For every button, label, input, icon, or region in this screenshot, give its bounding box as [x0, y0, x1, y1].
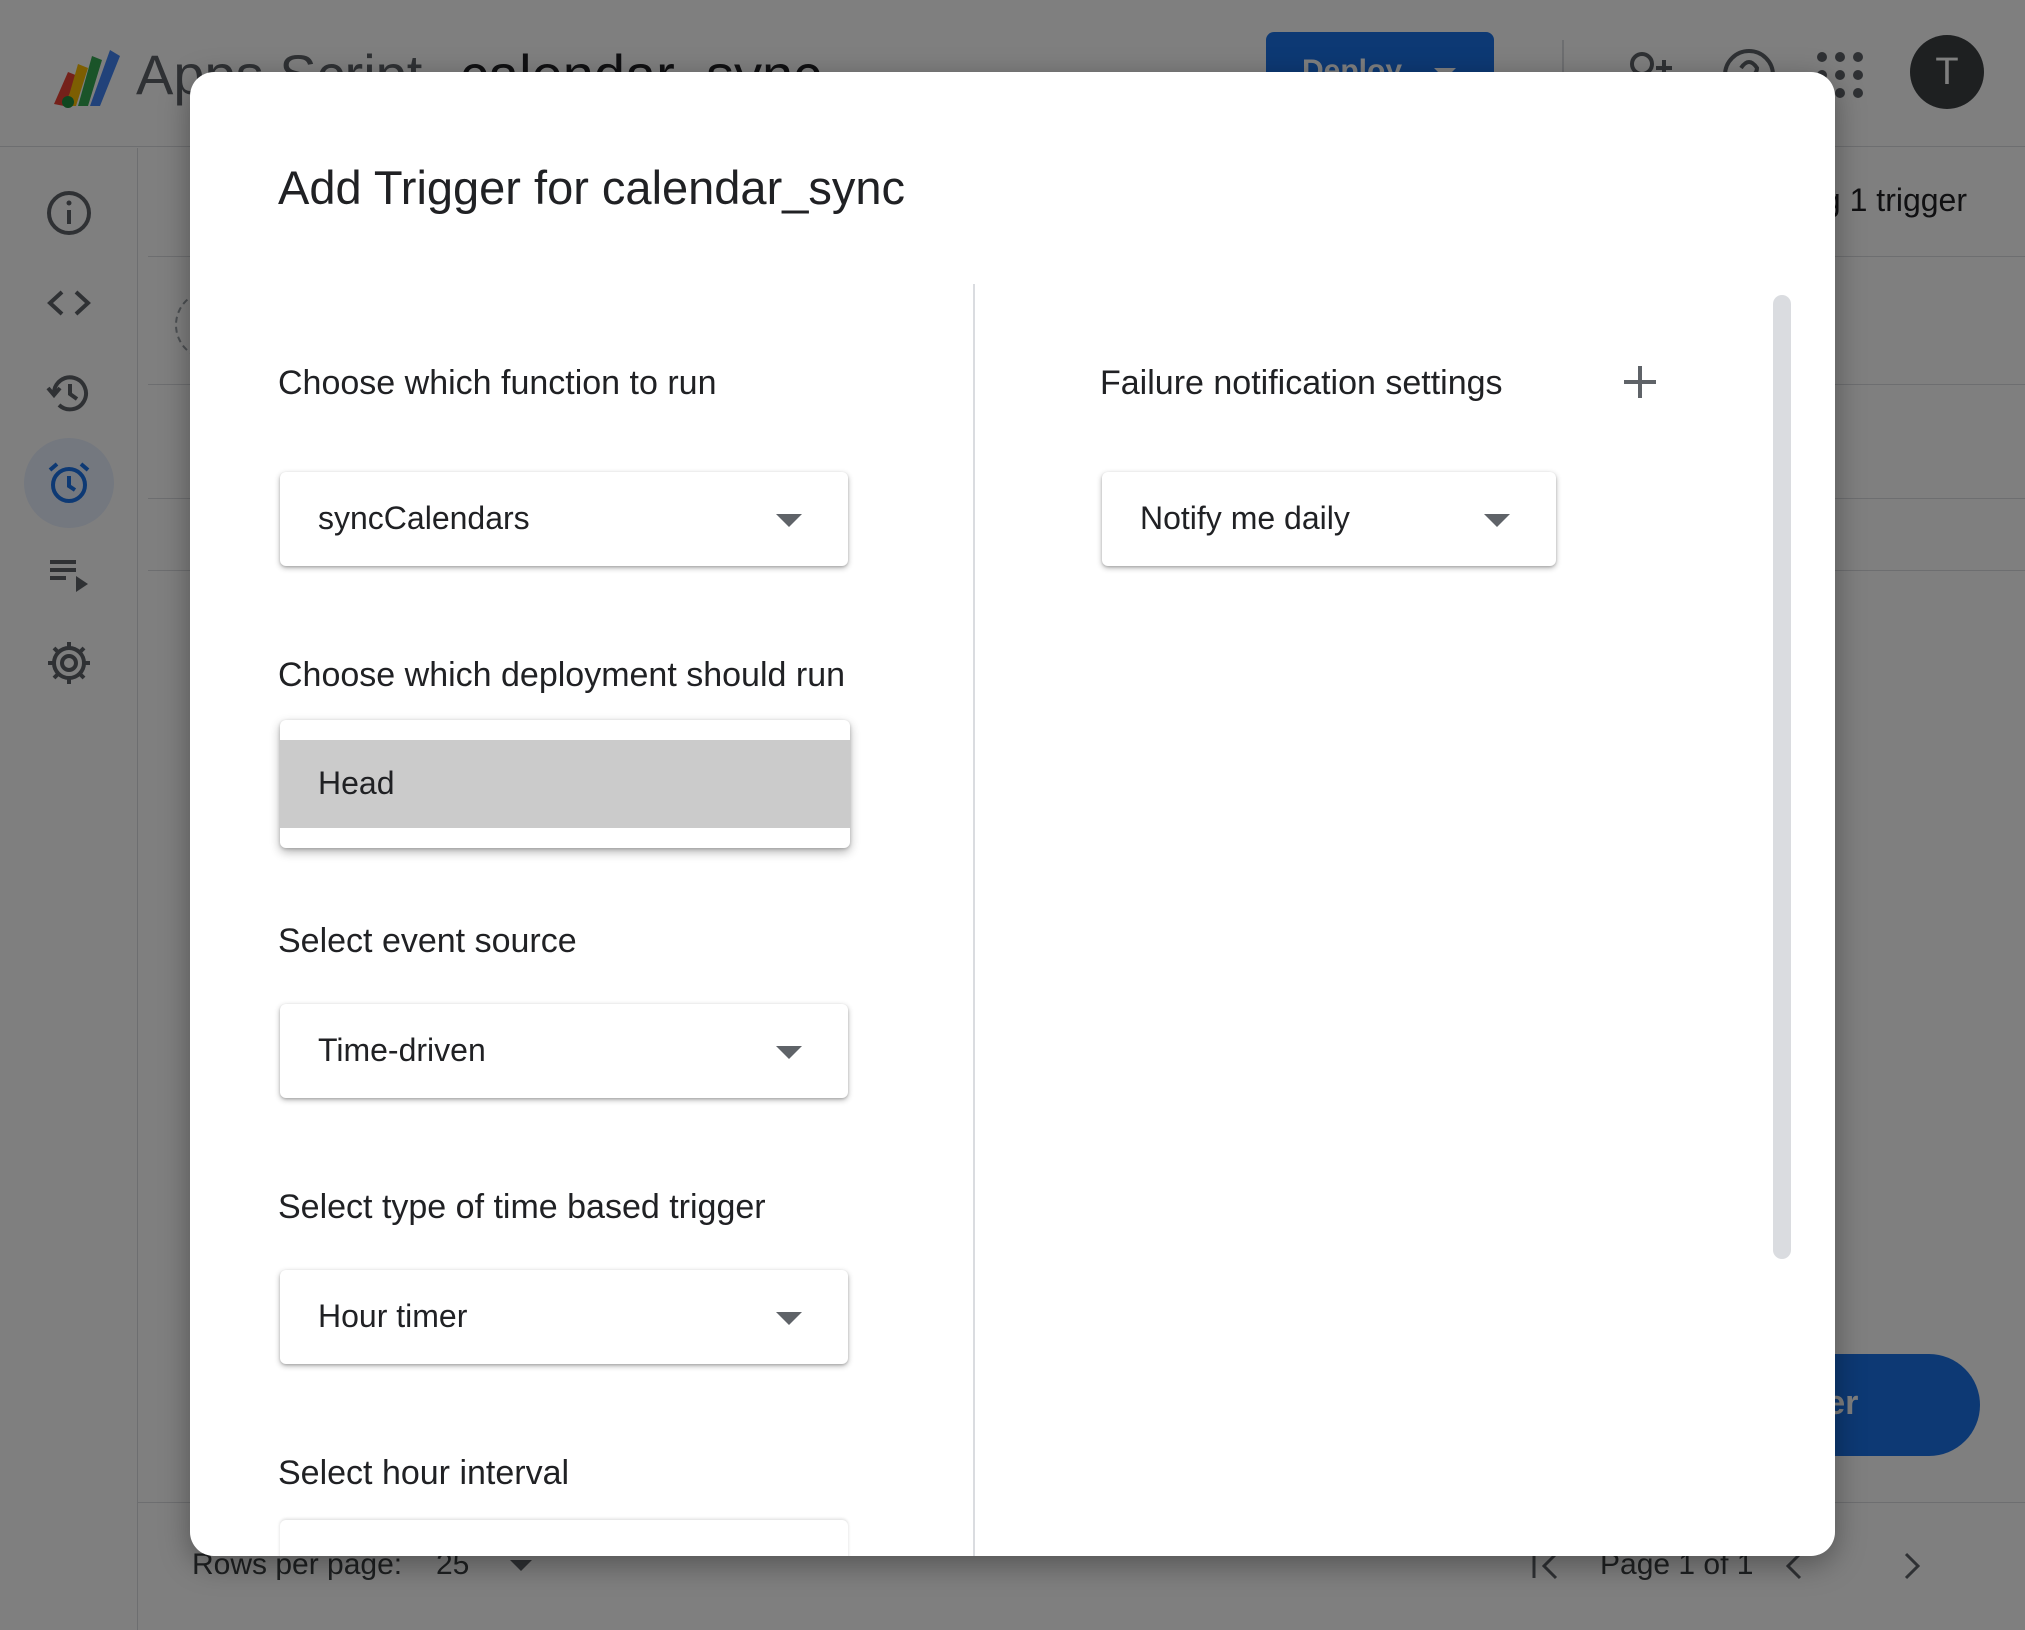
- deployment-label: Choose which deployment should run: [278, 656, 846, 694]
- chevron-down-icon: [776, 514, 802, 527]
- hour-interval-label: Select hour interval: [278, 1454, 570, 1492]
- column-divider: [973, 284, 975, 1556]
- failure-notification-label: Failure notification settings: [1100, 364, 1503, 402]
- deployment-option-label: Head: [318, 765, 395, 801]
- plus-icon: [1624, 366, 1656, 398]
- event-source-label: Select event source: [278, 922, 577, 960]
- failure-notification-select-value: Notify me daily: [1140, 500, 1350, 536]
- time-trigger-type-select-value: Hour timer: [318, 1298, 468, 1334]
- dialog-title: Add Trigger for calendar_sync: [278, 161, 905, 214]
- function-select[interactable]: syncCalendars: [280, 472, 848, 566]
- chevron-down-icon: [776, 1312, 802, 1325]
- event-source-select[interactable]: Time-driven: [280, 1004, 848, 1098]
- deployment-dropdown-list: Head: [280, 720, 850, 848]
- event-source-select-value: Time-driven: [318, 1032, 486, 1068]
- add-trigger-dialog: Add Trigger for calendar_sync Choose whi…: [190, 72, 1835, 1556]
- hour-interval-select[interactable]: [280, 1520, 848, 1556]
- time-trigger-type-label: Select type of time based trigger: [278, 1188, 766, 1226]
- time-trigger-type-select[interactable]: Hour timer: [280, 1270, 848, 1364]
- function-label: Choose which function to run: [278, 364, 717, 402]
- scrollbar[interactable]: [1773, 295, 1791, 1259]
- deployment-option-head[interactable]: Head: [280, 740, 850, 828]
- chevron-down-icon: [1484, 514, 1510, 527]
- chevron-down-icon: [776, 1046, 802, 1059]
- failure-notification-select[interactable]: Notify me daily: [1102, 472, 1556, 566]
- add-notification-button[interactable]: [1610, 352, 1670, 412]
- function-select-value: syncCalendars: [318, 500, 530, 536]
